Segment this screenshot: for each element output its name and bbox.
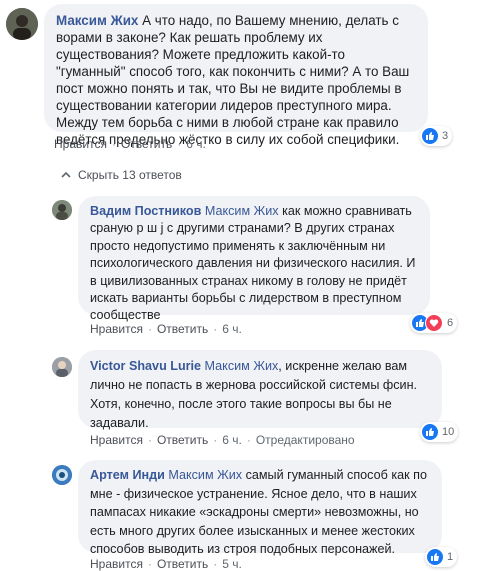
- reply-bubble: Артем Инди Максим Жих самый гуманный спо…: [78, 460, 442, 556]
- reply-mention[interactable]: Максим Жих: [205, 204, 279, 218]
- avatar[interactable]: [52, 465, 72, 485]
- reactions-summary[interactable]: 1: [425, 547, 458, 567]
- user-photo-icon: [52, 200, 72, 220]
- reply-actions: Нравится · Ответить · 5 ч.: [90, 557, 242, 571]
- user-photo-icon: [52, 357, 72, 377]
- reply-timestamp[interactable]: 5 ч.: [222, 557, 242, 571]
- comment-actions: Нравится · Ответить · 6 ч.: [54, 137, 206, 151]
- reactions-count: 10: [442, 426, 455, 438]
- user-photo-icon: [6, 8, 38, 40]
- reactions-summary[interactable]: 3: [420, 126, 453, 146]
- avatar[interactable]: [52, 357, 72, 377]
- avatar[interactable]: [52, 200, 72, 220]
- reactions-count: 3: [442, 130, 449, 142]
- comment-timestamp[interactable]: 6 ч.: [186, 137, 206, 151]
- reply-link[interactable]: Ответить: [157, 322, 208, 336]
- chevron-up-icon: [61, 171, 71, 178]
- like-link[interactable]: Нравится: [90, 557, 143, 571]
- like-link[interactable]: Нравится: [90, 433, 143, 447]
- reply-actions: Нравится · Ответить · 6 ч. · Отредактировано: [90, 433, 355, 447]
- user-photo-icon: [52, 465, 72, 485]
- reply-author[interactable]: Артем Инди: [90, 468, 165, 482]
- comment-author[interactable]: Максим Жих: [56, 13, 138, 28]
- reply-bubble: Вадим Постников Максим Жих как можно сра…: [78, 196, 430, 322]
- reply-mention[interactable]: Максим Жих: [168, 468, 242, 482]
- reactions-summary[interactable]: 10: [420, 422, 459, 442]
- hide-replies-label[interactable]: Скрыть 13 ответов: [78, 168, 182, 182]
- edited-label[interactable]: Отредактировано: [256, 433, 355, 447]
- reactions-summary[interactable]: 6: [410, 313, 458, 333]
- reactions-count: 6: [447, 317, 454, 329]
- reply-text: как можно сравнивать сраную р ш ј с друг…: [90, 204, 419, 323]
- reactions-count: 1: [447, 551, 454, 563]
- like-link[interactable]: Нравится: [90, 322, 143, 336]
- avatar[interactable]: [6, 8, 38, 40]
- reply-timestamp[interactable]: 6 ч.: [222, 433, 242, 447]
- like-reaction-icon: [422, 128, 438, 144]
- reply-timestamp[interactable]: 6 ч.: [222, 322, 242, 336]
- hide-replies-link[interactable]: Скрыть 13 ответов: [60, 168, 182, 182]
- comment-text: А что надо, по Вашему мнению, делать с в…: [56, 13, 414, 147]
- reply-author[interactable]: Victor Shavu Lurie: [90, 359, 201, 373]
- reply-author[interactable]: Вадим Постников: [90, 204, 201, 218]
- reply-link[interactable]: Ответить: [157, 557, 208, 571]
- like-link[interactable]: Нравится: [54, 137, 107, 151]
- reply-mention[interactable]: Максим Жих: [205, 359, 279, 373]
- like-reaction-icon: [427, 549, 443, 565]
- reply-link[interactable]: Ответить: [157, 433, 208, 447]
- love-reaction-icon: [425, 314, 443, 332]
- comment-bubble: Максим Жих А что надо, по Вашему мнению,…: [44, 4, 428, 147]
- reply-link[interactable]: Ответить: [121, 137, 172, 151]
- reply-actions: Нравится · Ответить · 6 ч.: [90, 322, 242, 336]
- like-reaction-icon: [422, 424, 438, 440]
- reply-bubble: Victor Shavu Lurie Максим Жих, искренне …: [78, 350, 442, 430]
